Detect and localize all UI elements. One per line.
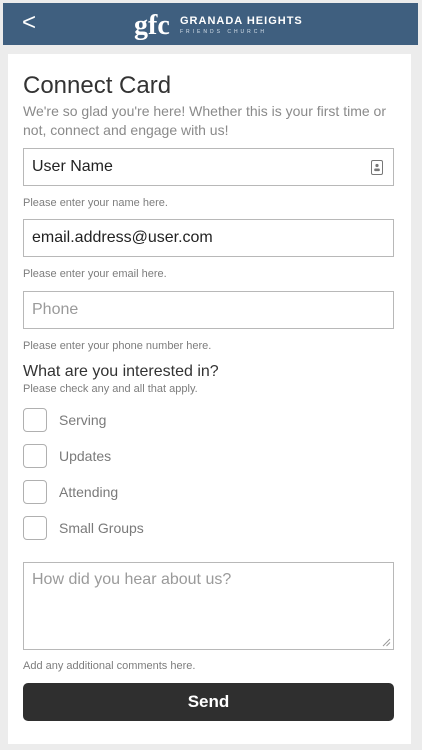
email-field[interactable]: email.address@user.com	[23, 219, 394, 257]
page-title: Connect Card	[23, 72, 172, 99]
email-value: email.address@user.com	[32, 229, 213, 246]
comments-placeholder: How did you hear about us?	[32, 571, 232, 588]
checkbox-label: Attending	[59, 484, 119, 500]
logo-text: GRANADA HEIGHTS FRIENDS CHURCH	[180, 15, 303, 36]
connect-card-form: Connect Card We're so glad you're here! …	[8, 54, 411, 744]
name-field[interactable]: User Name	[23, 148, 394, 186]
svg-text:gfc: gfc	[134, 10, 170, 41]
checkbox-row-serving[interactable]: Serving	[23, 408, 106, 432]
interests-subtitle: Please check any and all that apply.	[23, 383, 198, 395]
checkbox-label: Updates	[59, 448, 112, 464]
phone-placeholder: Phone	[32, 301, 79, 318]
checkbox-row-attending[interactable]: Attending	[23, 480, 118, 504]
comments-textarea[interactable]: How did you hear about us?	[23, 562, 394, 650]
checkbox-updates[interactable]	[23, 444, 47, 468]
checkbox-label: Small Groups	[59, 520, 144, 536]
name-value: User Name	[32, 158, 113, 175]
intro-text: We're so glad you're here! Whether this …	[23, 103, 387, 138]
checkbox-serving[interactable]	[23, 408, 47, 432]
top-bar: < gfc GRANADA HEIGHTS FRIENDS CHURCH	[3, 3, 418, 45]
logo-name: GRANADA HEIGHTS	[180, 14, 303, 27]
contact-card-icon[interactable]	[371, 160, 383, 175]
name-hint: Please enter your name here.	[23, 197, 168, 209]
checkbox-row-small-groups[interactable]: Small Groups	[23, 516, 144, 540]
logo-subtitle: FRIENDS CHURCH	[180, 28, 267, 35]
email-hint: Please enter your email here.	[23, 268, 167, 280]
resize-grip-icon[interactable]	[382, 638, 391, 647]
app-frame: < gfc GRANADA HEIGHTS FRIENDS CHURCH Con…	[0, 0, 422, 750]
phone-hint: Please enter your phone number here.	[23, 340, 212, 352]
comments-hint: Add any additional comments here.	[23, 660, 196, 672]
checkbox-attending[interactable]	[23, 480, 47, 504]
church-logo: gfc GRANADA HEIGHTS FRIENDS CHURCH	[134, 8, 303, 42]
interests-heading: What are you interested in?	[23, 363, 219, 380]
phone-field[interactable]: Phone	[23, 291, 394, 329]
checkbox-label: Serving	[59, 412, 107, 428]
checkbox-small-groups[interactable]	[23, 516, 47, 540]
checkbox-row-updates[interactable]: Updates	[23, 444, 111, 468]
gfc-logo-icon: gfc	[134, 10, 170, 41]
send-button[interactable]: Send	[23, 683, 394, 721]
back-chevron-icon[interactable]: <	[17, 9, 41, 37]
